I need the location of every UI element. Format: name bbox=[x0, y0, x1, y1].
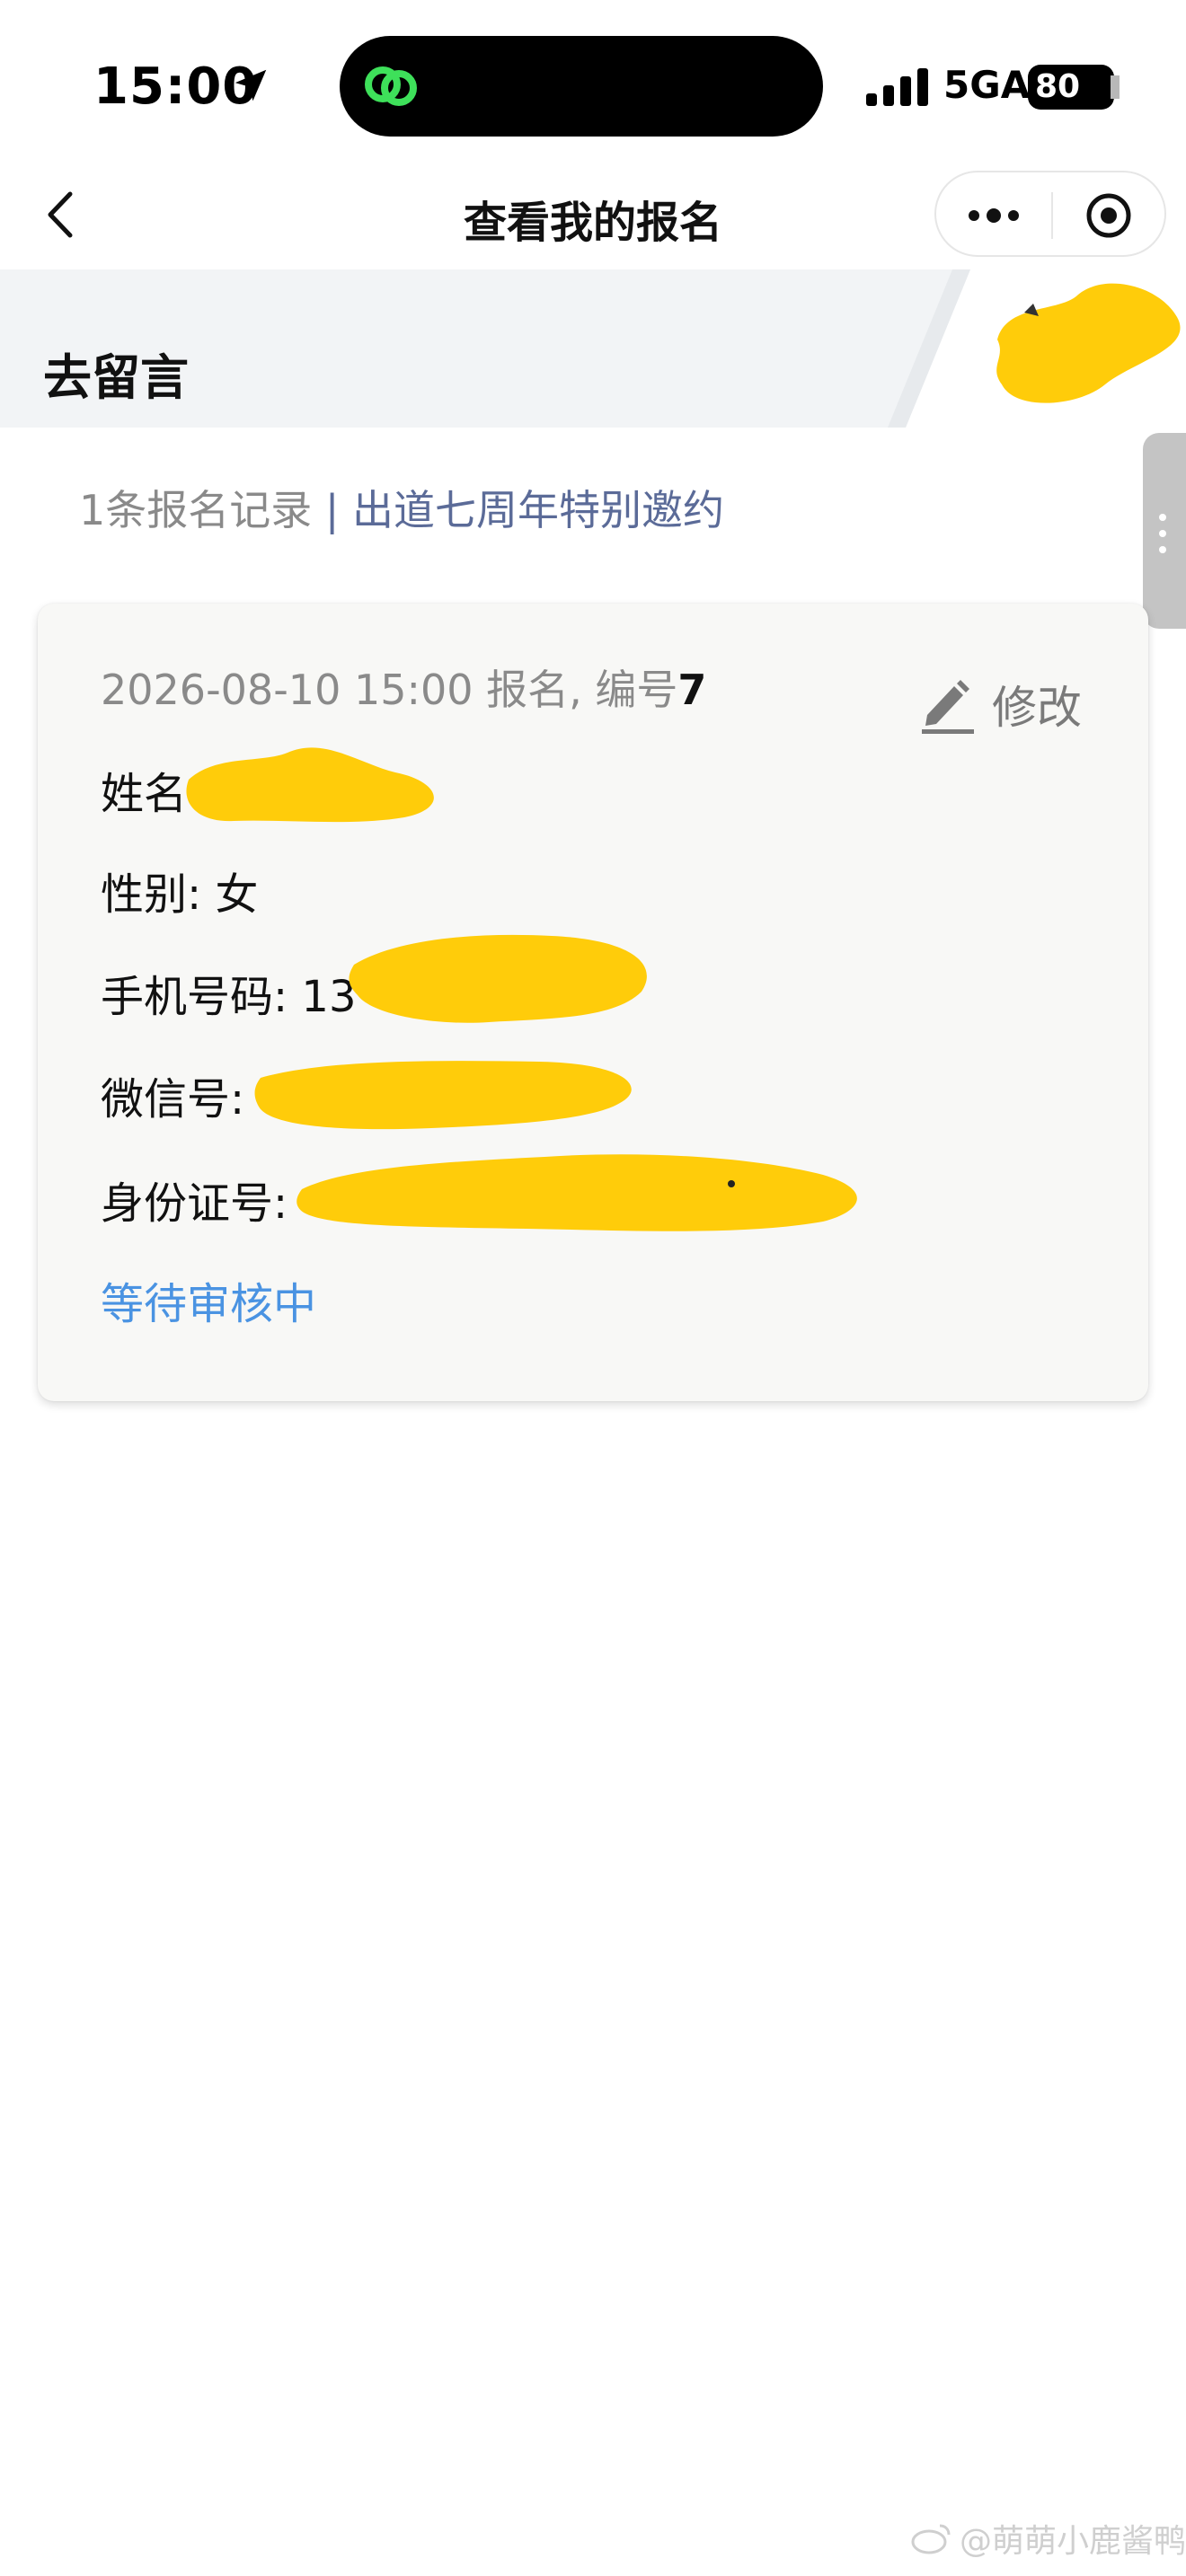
miniprogram-capsule bbox=[934, 171, 1166, 257]
field-name: 姓名 bbox=[101, 769, 188, 819]
review-status: 等待审核中 bbox=[101, 1279, 317, 1329]
summary-separator: | bbox=[324, 486, 340, 534]
pencil-icon bbox=[922, 680, 974, 734]
watermark-text: @萌萌小鹿酱鸭 bbox=[960, 2523, 1186, 2560]
network-type: 5GA bbox=[943, 63, 1031, 107]
status-bar: 15:00 5GA 80 bbox=[0, 0, 1186, 162]
signal-icon bbox=[866, 68, 928, 106]
battery-level: 80 bbox=[1028, 65, 1114, 110]
edit-label: 修改 bbox=[992, 682, 1082, 734]
handle-dots-icon bbox=[1159, 514, 1168, 562]
link-app-icon bbox=[365, 66, 417, 106]
redaction-mark bbox=[349, 934, 647, 1023]
weibo-watermark: @萌萌小鹿酱鸭 bbox=[909, 2515, 1186, 2562]
weibo-logo-icon bbox=[911, 2524, 951, 2554]
event-name: 出道七周年特别邀约 bbox=[352, 486, 725, 534]
registration-card: 2026-08-10 15:00 报名, 编号7 修改 姓名 性别: 女 手机号… bbox=[38, 604, 1148, 1401]
registration-number: 7 bbox=[677, 666, 707, 714]
leave-message-title[interactable]: 去留言 bbox=[43, 338, 189, 409]
redaction-mark bbox=[996, 283, 1181, 403]
capsule-divider bbox=[1051, 192, 1053, 239]
records-count: 1条报名记录 bbox=[79, 486, 313, 534]
nav-bar: 查看我的报名 bbox=[0, 162, 1186, 269]
redaction-mark bbox=[296, 1154, 857, 1231]
records-summary: 1条报名记录 | 出道七周年特别邀约 bbox=[79, 478, 724, 537]
edit-button[interactable]: 修改 bbox=[918, 672, 1082, 737]
field-wechat: 微信号: bbox=[101, 1074, 245, 1125]
charging-icon bbox=[1111, 75, 1120, 99]
field-gender: 性别: 女 bbox=[101, 869, 259, 920]
field-phone: 手机号码: 13 bbox=[101, 972, 357, 1022]
registration-date: 2026-08-10 15:00 报名, 编号 bbox=[101, 666, 678, 714]
more-dots-icon[interactable] bbox=[965, 198, 1022, 234]
location-arrow-icon bbox=[235, 69, 267, 101]
message-banner[interactable]: 去留言 bbox=[0, 269, 1186, 428]
field-id-number: 身份证号: bbox=[101, 1178, 288, 1229]
redaction-mark bbox=[254, 1061, 632, 1130]
registration-meta: 2026-08-10 15:00 报名, 编号7 bbox=[101, 657, 706, 717]
side-float-handle[interactable] bbox=[1143, 433, 1186, 629]
redaction-mark bbox=[186, 747, 434, 823]
close-miniprogram-icon[interactable] bbox=[1082, 189, 1136, 243]
